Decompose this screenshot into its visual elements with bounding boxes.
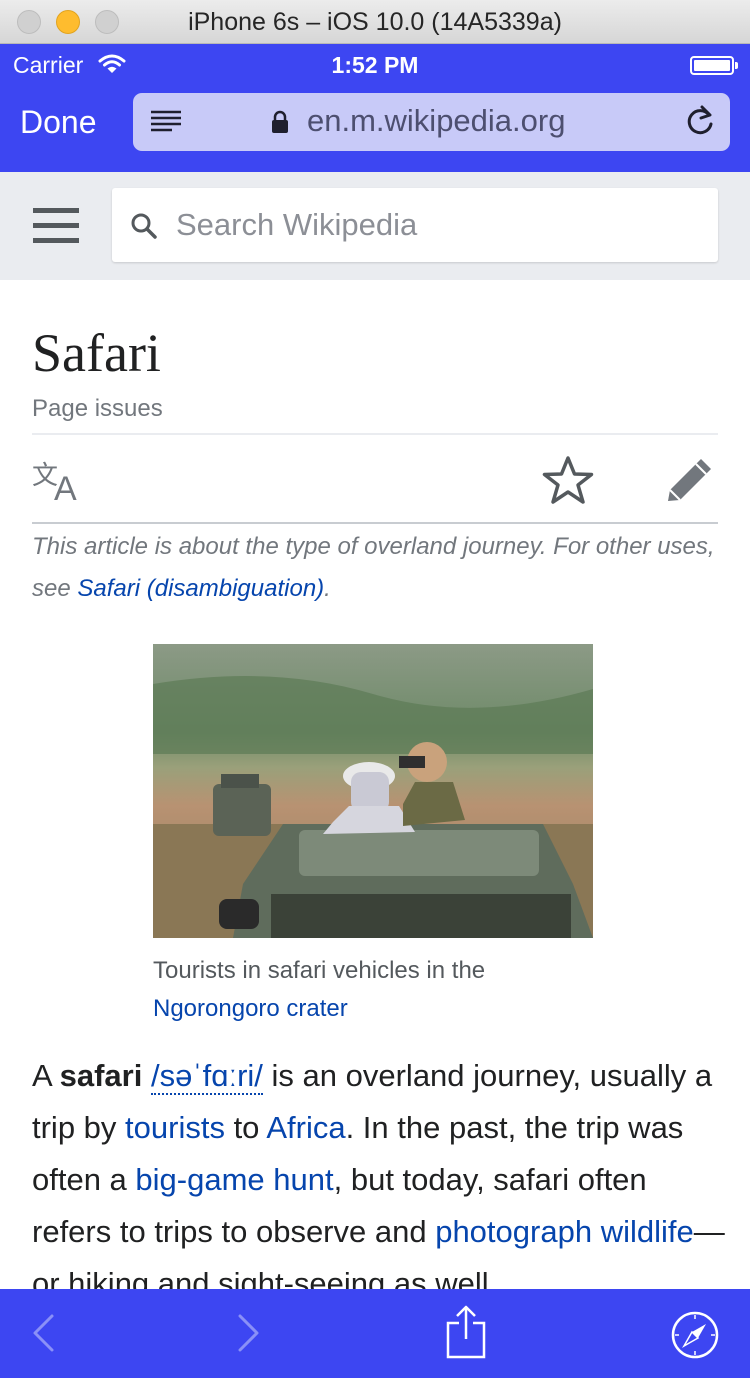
reload-icon[interactable] <box>685 105 715 142</box>
reader-icon[interactable] <box>150 110 182 139</box>
caption-text: Tourists in safari vehicles in the <box>153 957 486 984</box>
safari-toolbar <box>0 1289 750 1378</box>
big-game-hunt-link[interactable]: big-game hunt <box>135 1162 333 1197</box>
page-title: Safari <box>32 323 161 383</box>
star-icon[interactable] <box>542 455 594 512</box>
share-icon[interactable] <box>445 1305 487 1364</box>
battery-icon <box>690 56 738 75</box>
tourists-link[interactable]: tourists <box>125 1110 225 1145</box>
article-paragraph: A safari /səˈfɑːri/ is an overland journ… <box>32 1050 732 1310</box>
pencil-icon[interactable] <box>665 456 717 509</box>
wikipedia-header: Search Wikipedia <box>0 172 750 280</box>
chevron-right-icon[interactable] <box>236 1313 262 1358</box>
url-text: en.m.wikipedia.org <box>307 103 566 138</box>
status-time: 1:52 PM <box>331 52 419 78</box>
disambiguation-link[interactable]: Safari (disambiguation) <box>77 575 324 602</box>
body-text <box>592 1214 601 1249</box>
address-bar[interactable]: en.m.wikipedia.org <box>133 93 730 151</box>
done-button[interactable]: Done <box>20 104 97 141</box>
hatnote-end: . <box>324 575 331 602</box>
chevron-left-icon[interactable] <box>30 1313 56 1358</box>
bold-term: safari <box>59 1058 143 1093</box>
body-text <box>142 1058 151 1093</box>
safari-nav-bar: Done en.m.wikipedia.org <box>0 86 750 172</box>
lock-icon <box>271 110 289 139</box>
hatnote: This article is about the type of overla… <box>32 526 722 610</box>
status-bar: Carrier 1:52 PM <box>0 44 750 86</box>
divider <box>32 433 718 435</box>
africa-link[interactable]: Africa <box>266 1110 345 1145</box>
simulator-title-bar: iPhone 6s – iOS 10.0 (14A5339a) <box>0 0 750 44</box>
photograph-link[interactable]: photograph <box>435 1214 592 1249</box>
search-icon <box>130 212 158 245</box>
compass-icon[interactable] <box>671 1311 719 1364</box>
wildlife-link[interactable]: wildlife <box>601 1214 694 1249</box>
ngorongoro-link[interactable]: Ngorongoro crater <box>153 995 348 1022</box>
image-caption: Tourists in safari vehicles in the Ngoro… <box>153 952 603 1028</box>
divider <box>32 522 718 524</box>
svg-text:A: A <box>54 470 77 502</box>
hamburger-icon[interactable] <box>33 208 79 249</box>
article-image[interactable] <box>153 644 593 938</box>
page-issues-link[interactable]: Page issues <box>32 395 163 423</box>
body-text: to <box>224 1110 267 1145</box>
search-input[interactable]: Search Wikipedia <box>112 188 718 262</box>
translate-icon[interactable]: 文 A <box>32 458 86 508</box>
search-placeholder: Search Wikipedia <box>176 207 418 242</box>
window-title: iPhone 6s – iOS 10.0 (14A5339a) <box>188 8 562 36</box>
body-text: A <box>32 1058 60 1093</box>
ipa-pronunciation-link[interactable]: /səˈfɑːri/ <box>150 1058 263 1095</box>
